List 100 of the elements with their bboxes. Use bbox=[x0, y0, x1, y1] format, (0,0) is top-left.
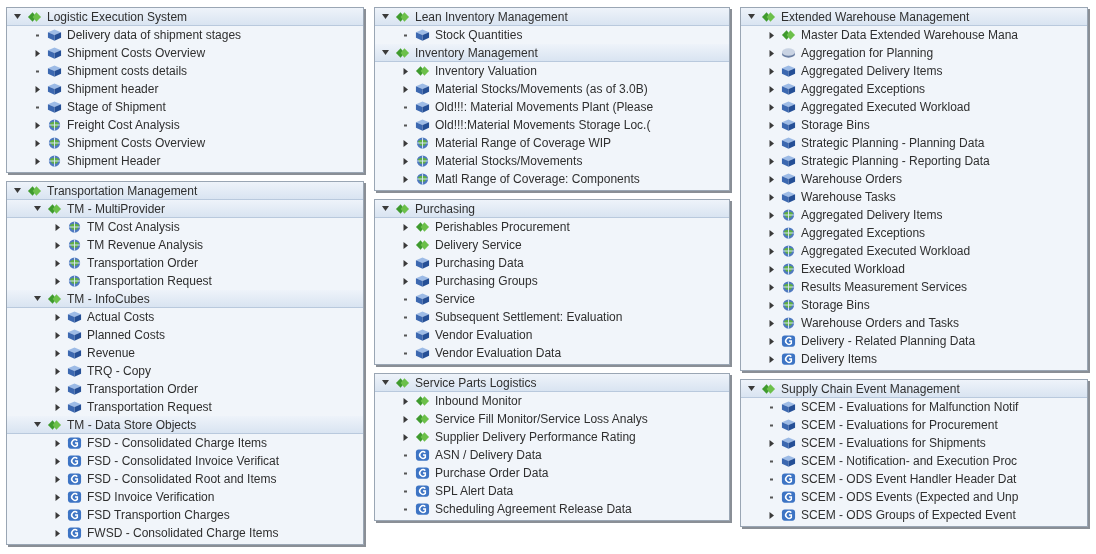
tree-item-label[interactable]: SCEM - Evaluations for Malfunction Notif bbox=[801, 398, 1019, 416]
tree-item-label[interactable]: Freight Cost Analysis bbox=[67, 116, 180, 134]
caret-right-icon[interactable] bbox=[767, 228, 776, 238]
caret-right-icon[interactable] bbox=[767, 48, 776, 58]
tree-item-label[interactable]: Stock Quantities bbox=[435, 26, 523, 44]
tree-item-label[interactable]: Perishables Procurement bbox=[435, 218, 570, 236]
caret-right-icon[interactable] bbox=[53, 438, 62, 448]
tree-item-label[interactable]: Logistic Execution System bbox=[47, 8, 188, 26]
caret-down-icon[interactable] bbox=[13, 12, 22, 21]
tree-item-label[interactable]: TM - InfoCubes bbox=[67, 289, 150, 308]
tree-item-label[interactable]: Strategic Planning - Reporting Data bbox=[801, 152, 990, 170]
tree-item-label[interactable]: Material Stocks/Movements (as of 3.0B) bbox=[435, 80, 648, 98]
tree-item-label[interactable]: Old!!!:Material Movements Storage Loc.( bbox=[435, 116, 651, 134]
caret-right-icon[interactable] bbox=[53, 240, 62, 250]
caret-right-icon[interactable] bbox=[53, 492, 62, 502]
tree-item-label[interactable]: FSD - Consolidated Root and Items bbox=[87, 470, 277, 488]
caret-right-icon[interactable] bbox=[767, 282, 776, 292]
caret-right-icon[interactable] bbox=[767, 264, 776, 274]
tree-item-label[interactable]: SCEM - ODS Event Handler Header Dat bbox=[801, 470, 1017, 488]
caret-right-icon[interactable] bbox=[53, 456, 62, 466]
tree-item-label[interactable]: Vendor Evaluation Data bbox=[435, 344, 562, 362]
tree-item-label[interactable]: Warehouse Tasks bbox=[801, 188, 896, 206]
caret-right-icon[interactable] bbox=[53, 510, 62, 520]
tree-item-label[interactable]: Delivery Service bbox=[435, 236, 522, 254]
caret-down-icon[interactable] bbox=[381, 378, 390, 387]
tree-item-label[interactable]: Transportation Request bbox=[87, 272, 212, 290]
caret-right-icon[interactable] bbox=[401, 84, 410, 94]
caret-right-icon[interactable] bbox=[767, 174, 776, 184]
caret-right-icon[interactable] bbox=[53, 312, 62, 322]
tree-item-label[interactable]: Purchasing Data bbox=[435, 254, 524, 272]
caret-right-icon[interactable] bbox=[53, 528, 62, 538]
tree-item-label[interactable]: Shipment costs details bbox=[67, 62, 188, 80]
caret-right-icon[interactable] bbox=[401, 276, 410, 286]
tree-item-label[interactable]: Aggregated Executed Workload bbox=[801, 98, 971, 116]
tree-item-label[interactable]: Storage Bins bbox=[801, 296, 870, 314]
caret-right-icon[interactable] bbox=[767, 510, 776, 520]
tree-item-label[interactable]: Planned Costs bbox=[87, 326, 166, 344]
caret-right-icon[interactable] bbox=[767, 120, 776, 130]
caret-right-icon[interactable] bbox=[767, 354, 776, 364]
tree-item-label[interactable]: Service bbox=[435, 290, 475, 308]
tree-item-label[interactable]: TM Cost Analysis bbox=[87, 218, 180, 236]
tree-item-label[interactable]: Material Stocks/Movements bbox=[435, 152, 583, 170]
tree-item-label[interactable]: SPL Alert Data bbox=[435, 482, 514, 500]
tree-item-label[interactable]: Scheduling Agreement Release Data bbox=[435, 500, 632, 518]
caret-right-icon[interactable] bbox=[401, 240, 410, 250]
tree-item-label[interactable]: FSD Invoice Verification bbox=[87, 488, 215, 506]
caret-right-icon[interactable] bbox=[767, 210, 776, 220]
tree-item-label[interactable]: Actual Costs bbox=[87, 308, 155, 326]
tree-item-label[interactable]: Shipment header bbox=[67, 80, 159, 98]
tree-item-label[interactable]: Aggregated Executed Workload bbox=[801, 242, 971, 260]
caret-right-icon[interactable] bbox=[767, 246, 776, 256]
caret-right-icon[interactable] bbox=[401, 414, 410, 424]
tree-item-label[interactable]: Aggregated Exceptions bbox=[801, 224, 926, 242]
tree-item-label[interactable]: Vendor Evaluation bbox=[435, 326, 533, 344]
caret-down-icon[interactable] bbox=[747, 384, 756, 393]
tree-item-label[interactable]: ASN / Delivery Data bbox=[435, 446, 542, 464]
tree-item-label[interactable]: Inventory Management bbox=[415, 43, 538, 62]
caret-down-icon[interactable] bbox=[381, 204, 390, 213]
tree-item-label[interactable]: Revenue bbox=[87, 344, 136, 362]
tree-item-label[interactable]: Delivery - Related Planning Data bbox=[801, 332, 976, 350]
tree-item-label[interactable]: Shipment Header bbox=[67, 152, 161, 170]
caret-right-icon[interactable] bbox=[401, 396, 410, 406]
tree-item-label[interactable]: TM Revenue Analysis bbox=[87, 236, 204, 254]
tree-item-label[interactable]: Old!!!: Material Movements Plant (Please bbox=[435, 98, 654, 116]
tree-item-label[interactable]: Purchasing Groups bbox=[435, 272, 538, 290]
tree-item-label[interactable]: Delivery data of shipment stages bbox=[67, 26, 242, 44]
tree-item-label[interactable]: SCEM - Evaluations for Procurement bbox=[801, 416, 998, 434]
caret-right-icon[interactable] bbox=[33, 138, 42, 148]
tree-item-label[interactable]: Transportation Management bbox=[47, 182, 198, 200]
tree-item-label[interactable]: Extended Warehouse Management bbox=[781, 8, 970, 26]
caret-right-icon[interactable] bbox=[401, 138, 410, 148]
caret-right-icon[interactable] bbox=[767, 84, 776, 94]
tree-item-label[interactable]: Aggregated Delivery Items bbox=[801, 206, 943, 224]
tree-item-label[interactable]: Executed Workload bbox=[801, 260, 905, 278]
caret-right-icon[interactable] bbox=[401, 156, 410, 166]
tree-item-label[interactable]: Aggregation for Planning bbox=[801, 44, 934, 62]
tree-item-label[interactable]: SCEM - Evaluations for Shipments bbox=[801, 434, 986, 452]
caret-down-icon[interactable] bbox=[33, 294, 42, 303]
caret-right-icon[interactable] bbox=[767, 318, 776, 328]
caret-right-icon[interactable] bbox=[33, 120, 42, 130]
tree-item-label[interactable]: Purchase Order Data bbox=[435, 464, 549, 482]
tree-item-label[interactable]: Delivery Items bbox=[801, 350, 877, 368]
caret-right-icon[interactable] bbox=[33, 84, 42, 94]
tree-item-label[interactable]: Shipment Costs Overview bbox=[67, 44, 206, 62]
tree-item-label[interactable]: Storage Bins bbox=[801, 116, 870, 134]
caret-down-icon[interactable] bbox=[13, 186, 22, 195]
tree-item-label[interactable]: SCEM - Notification- and Execution Proc bbox=[801, 452, 1018, 470]
caret-right-icon[interactable] bbox=[401, 258, 410, 268]
tree-item-label[interactable]: Transportation Request bbox=[87, 398, 212, 416]
tree-item-label[interactable]: Service Fill Monitor/Service Loss Analys bbox=[435, 410, 648, 428]
caret-right-icon[interactable] bbox=[767, 66, 776, 76]
caret-right-icon[interactable] bbox=[53, 348, 62, 358]
caret-right-icon[interactable] bbox=[33, 156, 42, 166]
caret-right-icon[interactable] bbox=[53, 474, 62, 484]
caret-down-icon[interactable] bbox=[381, 48, 390, 57]
tree-item-label[interactable]: FSD Transportion Charges bbox=[87, 506, 230, 524]
caret-right-icon[interactable] bbox=[767, 30, 776, 40]
caret-right-icon[interactable] bbox=[767, 336, 776, 346]
caret-right-icon[interactable] bbox=[401, 222, 410, 232]
tree-item-label[interactable]: TM - Data Store Objects bbox=[67, 415, 197, 434]
